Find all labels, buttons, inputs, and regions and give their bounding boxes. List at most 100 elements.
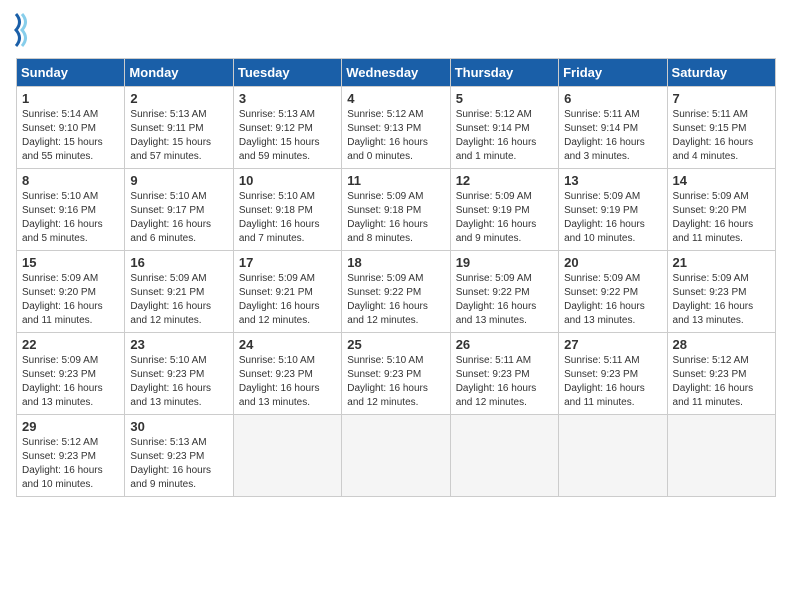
logo-wave-icon xyxy=(12,12,34,48)
weekday-header-friday: Friday xyxy=(559,59,667,87)
weekday-header-thursday: Thursday xyxy=(450,59,558,87)
day-info: Sunrise: 5:09 AMSunset: 9:21 PMDaylight:… xyxy=(239,272,336,328)
day-info: Sunrise: 5:09 AMSunset: 9:18 PMDaylight:… xyxy=(347,190,444,246)
week-row-2: 8Sunrise: 5:10 AMSunset: 9:16 PMDaylight… xyxy=(17,169,776,251)
logo: General Blue xyxy=(16,16,34,48)
day-info: Sunrise: 5:11 AMSunset: 9:23 PMDaylight:… xyxy=(456,354,553,410)
day-info: Sunrise: 5:09 AMSunset: 9:19 PMDaylight:… xyxy=(456,190,553,246)
weekday-header-row: SundayMondayTuesdayWednesdayThursdayFrid… xyxy=(17,59,776,87)
day-info: Sunrise: 5:10 AMSunset: 9:18 PMDaylight:… xyxy=(239,190,336,246)
day-number: 6 xyxy=(564,91,661,106)
calendar-cell: 25 Sunrise: 5:10 AMSunset: 9:23 PMDayligh… xyxy=(342,333,450,415)
week-row-3: 15 Sunrise: 5:09 AMSunset: 9:20 PMDayligh… xyxy=(17,251,776,333)
day-info: Sunrise: 5:10 AMSunset: 9:23 PMDaylight:… xyxy=(347,354,444,410)
day-info: Sunrise: 5:12 AMSunset: 9:23 PMDaylight:… xyxy=(673,354,770,410)
calendar-cell: 23 Sunrise: 5:10 AMSunset: 9:23 PMDayligh… xyxy=(125,333,233,415)
calendar-cell: 15 Sunrise: 5:09 AMSunset: 9:20 PMDayligh… xyxy=(17,251,125,333)
calendar-cell: 22 Sunrise: 5:09 AMSunset: 9:23 PMDayligh… xyxy=(17,333,125,415)
day-number: 13 xyxy=(564,173,661,188)
calendar-cell: 6 Sunrise: 5:11 AMSunset: 9:14 PMDaylight… xyxy=(559,87,667,169)
weekday-header-sunday: Sunday xyxy=(17,59,125,87)
calendar-cell: 29 Sunrise: 5:12 AMSunset: 9:23 PMDayligh… xyxy=(17,415,125,497)
day-info: Sunrise: 5:11 AMSunset: 9:23 PMDaylight:… xyxy=(564,354,661,410)
day-info: Sunrise: 5:10 AMSunset: 9:16 PMDaylight:… xyxy=(22,190,119,246)
weekday-header-monday: Monday xyxy=(125,59,233,87)
day-number: 11 xyxy=(347,173,444,188)
calendar-cell: 27 Sunrise: 5:11 AMSunset: 9:23 PMDayligh… xyxy=(559,333,667,415)
day-number: 22 xyxy=(22,337,119,352)
week-row-5: 29 Sunrise: 5:12 AMSunset: 9:23 PMDayligh… xyxy=(17,415,776,497)
calendar-cell: 11 Sunrise: 5:09 AMSunset: 9:18 PMDayligh… xyxy=(342,169,450,251)
weekday-header-tuesday: Tuesday xyxy=(233,59,341,87)
day-number: 26 xyxy=(456,337,553,352)
day-info: Sunrise: 5:09 AMSunset: 9:22 PMDaylight:… xyxy=(456,272,553,328)
calendar-cell: 19 Sunrise: 5:09 AMSunset: 9:22 PMDayligh… xyxy=(450,251,558,333)
day-number: 15 xyxy=(22,255,119,270)
calendar-cell: 12 Sunrise: 5:09 AMSunset: 9:19 PMDayligh… xyxy=(450,169,558,251)
day-number: 4 xyxy=(347,91,444,106)
calendar-cell xyxy=(233,415,341,497)
day-info: Sunrise: 5:13 AMSunset: 9:12 PMDaylight:… xyxy=(239,108,336,164)
day-number: 1 xyxy=(22,91,119,106)
day-number: 19 xyxy=(456,255,553,270)
day-number: 17 xyxy=(239,255,336,270)
day-info: Sunrise: 5:14 AMSunset: 9:10 PMDaylight:… xyxy=(22,108,119,164)
calendar-cell: 13 Sunrise: 5:09 AMSunset: 9:19 PMDayligh… xyxy=(559,169,667,251)
day-number: 2 xyxy=(130,91,227,106)
calendar-cell: 10Sunrise: 5:10 AMSunset: 9:18 PMDayligh… xyxy=(233,169,341,251)
day-number: 12 xyxy=(456,173,553,188)
calendar-cell xyxy=(342,415,450,497)
day-number: 16 xyxy=(130,255,227,270)
day-info: Sunrise: 5:09 AMSunset: 9:20 PMDaylight:… xyxy=(22,272,119,328)
day-number: 20 xyxy=(564,255,661,270)
calendar-cell: 7Sunrise: 5:11 AMSunset: 9:15 PMDaylight… xyxy=(667,87,775,169)
day-number: 23 xyxy=(130,337,227,352)
calendar-cell: 18 Sunrise: 5:09 AMSunset: 9:22 PMDayligh… xyxy=(342,251,450,333)
calendar-cell xyxy=(559,415,667,497)
calendar-cell: 2 Sunrise: 5:13 AMSunset: 9:11 PMDaylight… xyxy=(125,87,233,169)
calendar-cell: 26 Sunrise: 5:11 AMSunset: 9:23 PMDayligh… xyxy=(450,333,558,415)
calendar-table: SundayMondayTuesdayWednesdayThursdayFrid… xyxy=(16,58,776,497)
day-number: 3 xyxy=(239,91,336,106)
calendar-cell: 30 Sunrise: 5:13 AMSunset: 9:23 PMDayligh… xyxy=(125,415,233,497)
calendar-cell: 9 Sunrise: 5:10 AMSunset: 9:17 PMDaylight… xyxy=(125,169,233,251)
week-row-4: 22 Sunrise: 5:09 AMSunset: 9:23 PMDayligh… xyxy=(17,333,776,415)
day-info: Sunrise: 5:12 AMSunset: 9:23 PMDaylight:… xyxy=(22,436,119,492)
weekday-header-saturday: Saturday xyxy=(667,59,775,87)
day-info: Sunrise: 5:10 AMSunset: 9:23 PMDaylight:… xyxy=(130,354,227,410)
day-number: 18 xyxy=(347,255,444,270)
day-info: Sunrise: 5:09 AMSunset: 9:21 PMDaylight:… xyxy=(130,272,227,328)
calendar-cell: 21 Sunrise: 5:09 AMSunset: 9:23 PMDayligh… xyxy=(667,251,775,333)
day-number: 9 xyxy=(130,173,227,188)
day-info: Sunrise: 5:11 AMSunset: 9:14 PMDaylight:… xyxy=(564,108,661,164)
calendar-cell xyxy=(667,415,775,497)
day-info: Sunrise: 5:10 AMSunset: 9:23 PMDaylight:… xyxy=(239,354,336,410)
day-number: 27 xyxy=(564,337,661,352)
calendar-cell: 3 Sunrise: 5:13 AMSunset: 9:12 PMDaylight… xyxy=(233,87,341,169)
day-info: Sunrise: 5:09 AMSunset: 9:23 PMDaylight:… xyxy=(22,354,119,410)
calendar-cell: 28 Sunrise: 5:12 AMSunset: 9:23 PMDayligh… xyxy=(667,333,775,415)
calendar-cell xyxy=(450,415,558,497)
day-info: Sunrise: 5:09 AMSunset: 9:19 PMDaylight:… xyxy=(564,190,661,246)
day-number: 25 xyxy=(347,337,444,352)
day-number: 29 xyxy=(22,419,119,434)
calendar-cell: 24 Sunrise: 5:10 AMSunset: 9:23 PMDayligh… xyxy=(233,333,341,415)
day-info: Sunrise: 5:11 AMSunset: 9:15 PMDaylight:… xyxy=(673,108,770,164)
day-info: Sunrise: 5:09 AMSunset: 9:20 PMDaylight:… xyxy=(673,190,770,246)
day-info: Sunrise: 5:13 AMSunset: 9:23 PMDaylight:… xyxy=(130,436,227,492)
day-number: 24 xyxy=(239,337,336,352)
day-info: Sunrise: 5:12 AMSunset: 9:14 PMDaylight:… xyxy=(456,108,553,164)
day-info: Sunrise: 5:10 AMSunset: 9:17 PMDaylight:… xyxy=(130,190,227,246)
day-info: Sunrise: 5:09 AMSunset: 9:22 PMDaylight:… xyxy=(347,272,444,328)
day-info: Sunrise: 5:09 AMSunset: 9:23 PMDaylight:… xyxy=(673,272,770,328)
calendar-cell: 14 Sunrise: 5:09 AMSunset: 9:20 PMDayligh… xyxy=(667,169,775,251)
day-number: 28 xyxy=(673,337,770,352)
day-info: Sunrise: 5:09 AMSunset: 9:22 PMDaylight:… xyxy=(564,272,661,328)
header: General Blue xyxy=(16,16,776,48)
day-number: 30 xyxy=(130,419,227,434)
calendar-cell: 20 Sunrise: 5:09 AMSunset: 9:22 PMDayligh… xyxy=(559,251,667,333)
day-number: 21 xyxy=(673,255,770,270)
day-number: 5 xyxy=(456,91,553,106)
day-number: 14 xyxy=(673,173,770,188)
day-info: Sunrise: 5:13 AMSunset: 9:11 PMDaylight:… xyxy=(130,108,227,164)
